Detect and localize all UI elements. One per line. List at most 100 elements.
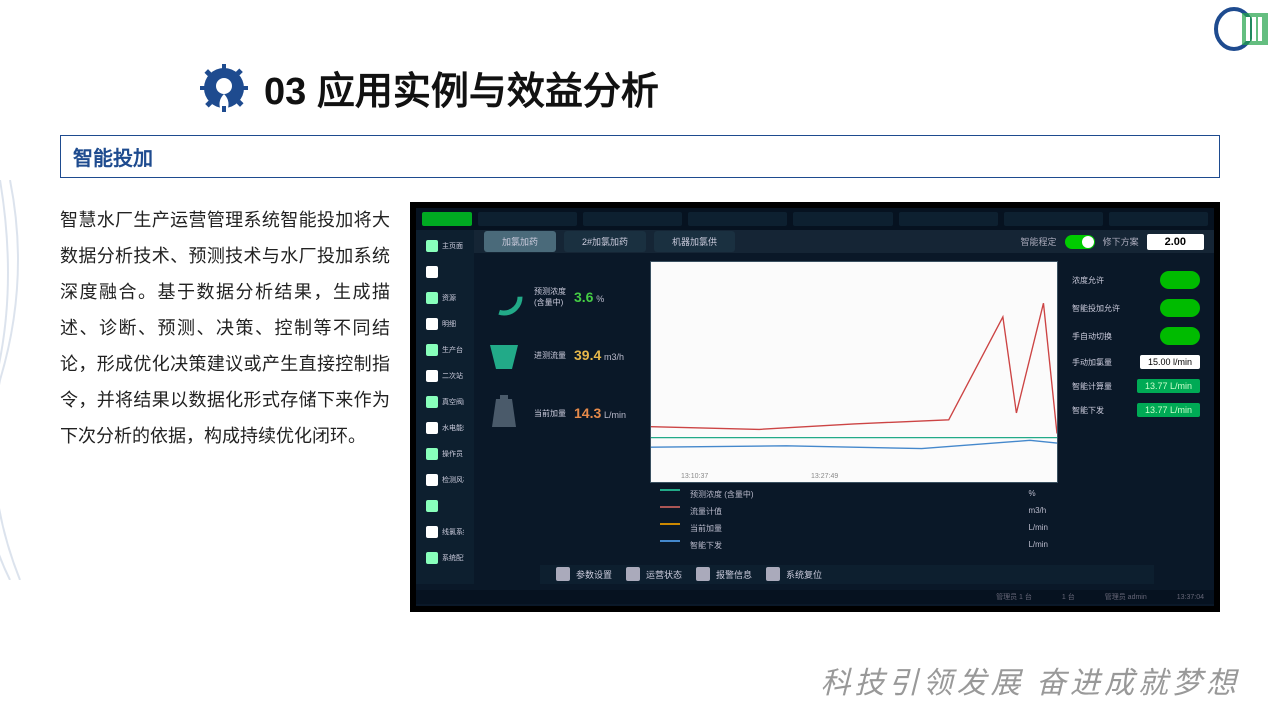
legend-unit: m3/h — [1028, 506, 1048, 517]
nav-icon — [426, 292, 438, 304]
ss-nav-item[interactable]: 资源 — [422, 288, 468, 308]
ss-tab-1[interactable]: 加氯加药 — [484, 231, 556, 252]
control-label: 智能下发 — [1072, 405, 1104, 416]
embedded-screenshot: 主页面资源明细生产台二次站真空阀门水电能耗操作员检测风机线氯系统系统配置 加氯加… — [410, 202, 1220, 612]
ss-nav-item[interactable]: 系统配置 — [422, 548, 468, 568]
nav-icon — [426, 448, 438, 460]
legend-label: 预测浓度 (含量中) — [690, 489, 1018, 500]
nav-icon — [426, 422, 438, 434]
legend-unit: L/min — [1028, 523, 1048, 534]
subsection-bar: 智能投加 — [60, 135, 1220, 178]
legend-label: 智能下发 — [690, 540, 1018, 551]
nav-label: 真空阀门 — [442, 397, 464, 407]
ss-nav-item[interactable]: 明细 — [422, 314, 468, 334]
metric-unit: L/min — [604, 410, 626, 420]
control-label: 手动加氯量 — [1072, 357, 1112, 368]
ss-nav-item[interactable]: 水电能耗 — [422, 418, 468, 438]
ss-control-row: 手动加氯量 15.00 l/min — [1072, 355, 1200, 369]
ss-bottom-action[interactable]: 参数设置 — [556, 567, 612, 581]
legend-swatch — [660, 523, 680, 525]
ss-nav-item[interactable]: 真空阀门 — [422, 392, 468, 412]
nav-label: 操作员 — [442, 449, 463, 459]
ss-toggle-label-a: 智能程定 — [1021, 235, 1057, 248]
ss-main-toggle[interactable] — [1065, 235, 1095, 249]
footer-item: 1 台 — [1062, 592, 1075, 602]
ss-bottom-action[interactable]: 运营状态 — [626, 567, 682, 581]
slogan-text: 科技引领发展 奋进成就梦想 — [821, 658, 1241, 702]
control-toggle[interactable] — [1160, 299, 1200, 317]
nav-icon — [426, 318, 438, 330]
nav-icon — [426, 500, 438, 512]
section-number: 03 — [264, 71, 306, 113]
nav-label: 系统配置 — [442, 553, 464, 563]
legend-swatch — [660, 489, 680, 491]
ss-bottom-action[interactable]: 报警信息 — [696, 567, 752, 581]
control-value[interactable]: 15.00 l/min — [1140, 355, 1200, 369]
ss-chart-area: 13:10:37 13:27:49 预测浓度 (含量中)%流量计值m3/h当前加… — [650, 261, 1058, 557]
ss-bottom-action[interactable]: 系统复位 — [766, 567, 822, 581]
gear-head-icon — [200, 64, 248, 112]
ss-metric: 预测浓度(含量中) 3.6 % — [482, 275, 642, 319]
nav-label: 生产台 — [442, 345, 463, 355]
ss-metric: 进测流量39.4 m3/h — [482, 333, 642, 377]
ss-nav-item[interactable]: 二次站 — [422, 366, 468, 386]
nav-icon — [426, 474, 438, 486]
slide-title-row: 03 应用实例与效益分析 — [200, 60, 1220, 115]
ss-main-value[interactable]: 2.00 — [1147, 234, 1204, 250]
ss-tab-3[interactable]: 机器加氯供 — [654, 231, 735, 252]
action-icon — [766, 567, 780, 581]
ss-control-row: 智能投加允许 — [1072, 299, 1200, 317]
ss-nav-item[interactable]: 线氯系统 — [422, 522, 468, 542]
ss-bottom-toolbar: 参数设置 运营状态 报警信息 系统复位 — [540, 565, 1154, 584]
action-icon — [556, 567, 570, 581]
nav-label: 水电能耗 — [442, 423, 464, 433]
metric-label: 预测浓度(含量中) — [534, 286, 566, 308]
nav-icon — [426, 370, 438, 382]
action-label: 参数设置 — [576, 568, 612, 581]
metric-unit: % — [596, 294, 604, 304]
ss-control-row: 手自动切换 — [1072, 327, 1200, 345]
nav-icon — [426, 396, 438, 408]
action-icon — [626, 567, 640, 581]
metric-value: 3.6 — [574, 289, 593, 305]
chart-time-start: 13:10:37 — [681, 473, 708, 480]
ss-top-status-bar — [416, 208, 1214, 230]
legend-label: 流量计值 — [690, 506, 1018, 517]
metric-value: 14.3 — [574, 405, 601, 421]
nav-label: 主页面 — [442, 241, 463, 251]
ss-nav-item[interactable]: 检测风机 — [422, 470, 468, 490]
footer-item: 管理员 1 台 — [996, 592, 1032, 602]
ss-chart-legend: 预测浓度 (含量中)%流量计值m3/h当前加量L/min智能下发L/min — [650, 483, 1058, 557]
legend-swatch — [660, 540, 680, 542]
metric-value: 39.4 — [574, 347, 601, 363]
metric-unit: m3/h — [604, 352, 624, 362]
ss-controls-column: 浓度允许智能投加允许手自动切换手动加氯量15.00 l/min智能计算量13.7… — [1066, 261, 1206, 557]
action-label: 系统复位 — [786, 568, 822, 581]
ss-sidebar-nav: 主页面资源明细生产台二次站真空阀门水电能耗操作员检测风机线氯系统系统配置 — [416, 230, 474, 584]
action-label: 运营状态 — [646, 568, 682, 581]
footer-item: 13:37:04 — [1177, 594, 1204, 601]
ss-control-row: 智能下发13.77 L/min — [1072, 403, 1200, 417]
nav-icon — [426, 266, 438, 278]
ss-footer-status: 管理员 1 台 1 台 管理员 admin 13:37:04 — [416, 590, 1214, 604]
control-toggle[interactable] — [1160, 271, 1200, 289]
body-paragraph: 智慧水厂生产运营管理系统智能投加将大数据分析技术、预测技术与水厂投加系统深度融合… — [60, 202, 390, 612]
ss-brand-icon — [422, 212, 472, 226]
footer-item: 管理员 admin — [1105, 592, 1147, 602]
ss-nav-item[interactable]: 主页面 — [422, 236, 468, 256]
ss-nav-item[interactable] — [422, 496, 468, 516]
nav-label: 明细 — [442, 319, 456, 329]
control-label: 手自动切换 — [1072, 331, 1112, 342]
nav-label: 二次站 — [442, 371, 463, 381]
ss-nav-item[interactable]: 生产台 — [422, 340, 468, 360]
ss-nav-item[interactable]: 操作员 — [422, 444, 468, 464]
control-toggle[interactable] — [1160, 327, 1200, 345]
control-readout: 13.77 L/min — [1137, 379, 1200, 393]
metric-icon — [482, 333, 526, 377]
action-icon — [696, 567, 710, 581]
legend-unit: % — [1028, 489, 1048, 500]
ss-nav-item[interactable] — [422, 262, 468, 282]
ss-tabs-row: 加氯加药 2#加氯加药 机器加氯供 智能程定 修下方案 2.00 — [474, 230, 1214, 253]
ss-tab-2[interactable]: 2#加氯加药 — [564, 231, 646, 252]
corner-logo — [1212, 5, 1272, 53]
